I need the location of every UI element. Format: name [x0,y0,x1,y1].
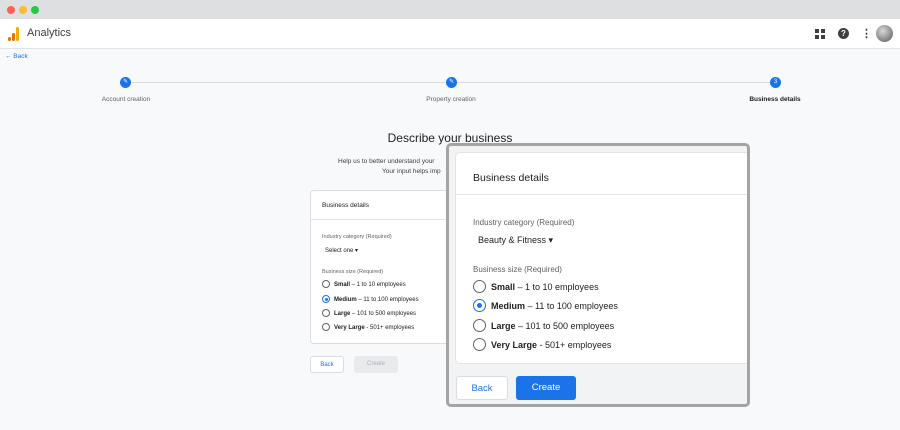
maximize-window-button[interactable] [31,6,39,14]
size-option-large[interactable]: Large – 101 to 500 employees [322,309,416,317]
help-icon[interactable]: ? [838,28,849,39]
zoom-overlay: Business details Industry category (Requ… [446,143,750,407]
size-option-very-large[interactable]: Very Large - 501+ employees [473,338,611,351]
option-text: - 501+ employees [364,325,415,331]
create-button-disabled[interactable]: Create [354,356,398,373]
option-bold: Medium [334,297,357,303]
option-text: – 1 to 10 employees [515,282,599,292]
option-text: – 101 to 500 employees [350,311,417,317]
industry-label: Industry category (Required) [473,218,575,227]
step-1-pencil-icon: ✎ [120,77,131,88]
option-bold: Large [491,321,516,331]
step-label-property: Property creation [426,96,476,103]
option-text: – 11 to 100 employees [356,297,419,303]
option-bold: Small [491,282,516,292]
size-label: Business size (Required) [322,269,384,275]
size-option-medium[interactable]: Medium – 11 to 100 employees [322,295,419,303]
option-bold: Medium [491,301,526,311]
size-option-very-large[interactable]: Very Large - 501+ employees [322,323,414,331]
industry-label: Industry category (Required) [322,234,392,240]
divider [456,194,747,195]
size-option-small[interactable]: Small – 1 to 10 employees [473,280,599,293]
page-subtitle: Your input helps imp [382,168,441,175]
close-window-button[interactable] [7,6,15,14]
industry-select[interactable]: Beauty & Fitness ▾ [478,235,553,246]
radio-icon[interactable] [322,309,330,317]
card-title: Business details [322,202,369,209]
create-button[interactable]: Create [516,376,576,400]
radio-icon[interactable] [322,323,330,331]
radio-icon[interactable] [473,319,486,332]
stepper-connector [457,82,771,83]
size-option-medium[interactable]: Medium – 11 to 100 employees [473,299,618,312]
step-2-pencil-icon: ✎ [446,77,457,88]
option-bold: Very Large [491,340,538,350]
back-button[interactable]: Back [310,356,344,373]
radio-icon[interactable] [473,280,486,293]
business-details-card-zoomed: Business details Industry category (Requ… [456,153,747,363]
radio-checked-icon[interactable] [473,299,486,312]
size-option-large[interactable]: Large – 101 to 500 employees [473,319,614,332]
app-title: Analytics [27,27,72,39]
radio-icon[interactable] [473,338,486,351]
more-vert-icon[interactable]: ⋮ [861,28,872,40]
app-header: Analytics ? ⋮ [0,19,900,49]
back-button[interactable]: Back [456,376,508,400]
minimize-window-button[interactable] [19,6,27,14]
option-bold: Large [334,311,351,317]
option-text: - 501+ employees [537,340,612,350]
option-bold: Very Large [334,325,365,331]
step-3-circle: 3 [770,77,781,88]
avatar[interactable] [876,25,893,42]
step-label-account: Account creation [101,96,151,103]
size-option-small[interactable]: Small – 1 to 10 employees [322,280,406,288]
option-bold: Small [334,282,351,288]
size-label: Business size (Required) [473,265,562,274]
back-link[interactable]: ← Back [5,53,28,60]
card-title: Business details [473,172,549,184]
stepper-connector [131,82,445,83]
radio-checked-icon[interactable] [322,295,330,303]
analytics-logo-icon [8,27,20,41]
option-text: – 1 to 10 employees [350,282,406,288]
industry-select[interactable]: Select one ▾ [325,247,358,254]
window-titlebar [0,0,900,19]
apps-grid-icon[interactable] [815,29,825,39]
radio-icon[interactable] [322,280,330,288]
option-text: – 101 to 500 employees [515,321,615,331]
option-text: – 11 to 100 employees [525,301,618,311]
step-label-business: Business details [749,96,801,103]
page-subtitle: Help us to better understand your [338,158,435,165]
